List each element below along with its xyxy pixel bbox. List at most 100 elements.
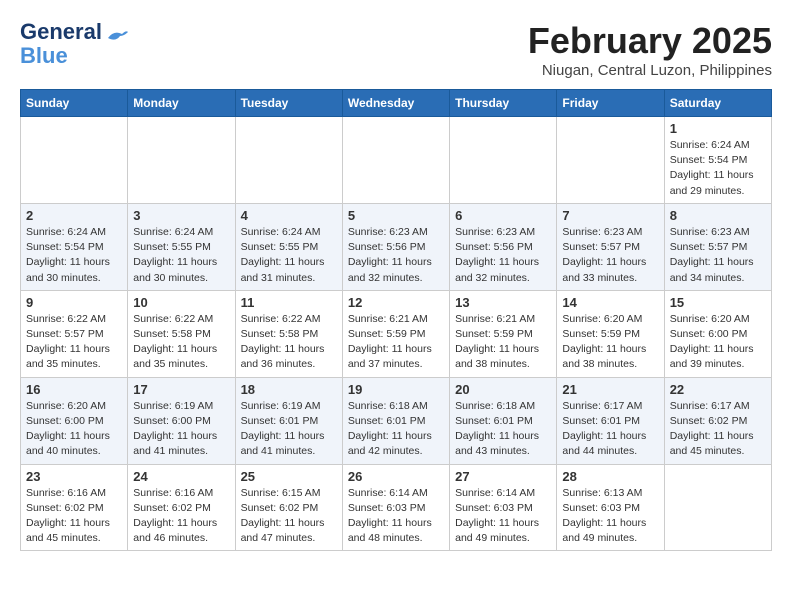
logo-blue: Blue — [20, 44, 102, 68]
logo-bird-icon — [106, 28, 130, 46]
day-number: 19 — [348, 382, 444, 397]
day-number: 23 — [26, 469, 122, 484]
day-info: Sunrise: 6:15 AMSunset: 6:02 PMDaylight:… — [241, 486, 337, 547]
day-number: 10 — [133, 295, 229, 310]
day-info: Sunrise: 6:24 AMSunset: 5:54 PMDaylight:… — [26, 225, 122, 286]
day-info: Sunrise: 6:23 AMSunset: 5:57 PMDaylight:… — [670, 225, 766, 286]
calendar-header-row: SundayMondayTuesdayWednesdayThursdayFrid… — [21, 90, 772, 117]
day-number: 16 — [26, 382, 122, 397]
weekday-header-sunday: Sunday — [21, 90, 128, 117]
calendar-day-24: 24 Sunrise: 6:16 AMSunset: 6:02 PMDayligh… — [128, 464, 235, 551]
day-number: 27 — [455, 469, 551, 484]
day-number: 2 — [26, 208, 122, 223]
day-number: 14 — [562, 295, 658, 310]
day-number: 17 — [133, 382, 229, 397]
day-number: 7 — [562, 208, 658, 223]
day-number: 26 — [348, 469, 444, 484]
day-info: Sunrise: 6:19 AMSunset: 6:01 PMDaylight:… — [241, 399, 337, 460]
calendar-day-14: 14 Sunrise: 6:20 AMSunset: 5:59 PMDayligh… — [557, 290, 664, 377]
day-info: Sunrise: 6:13 AMSunset: 6:03 PMDaylight:… — [562, 486, 658, 547]
day-number: 22 — [670, 382, 766, 397]
day-info: Sunrise: 6:23 AMSunset: 5:56 PMDaylight:… — [455, 225, 551, 286]
calendar-empty-cell — [450, 117, 557, 204]
calendar-day-26: 26 Sunrise: 6:14 AMSunset: 6:03 PMDayligh… — [342, 464, 449, 551]
calendar-day-23: 23 Sunrise: 6:16 AMSunset: 6:02 PMDayligh… — [21, 464, 128, 551]
day-info: Sunrise: 6:20 AMSunset: 6:00 PMDaylight:… — [670, 312, 766, 373]
day-number: 15 — [670, 295, 766, 310]
day-number: 20 — [455, 382, 551, 397]
calendar-day-12: 12 Sunrise: 6:21 AMSunset: 5:59 PMDayligh… — [342, 290, 449, 377]
calendar-day-1: 1Sunrise: 6:24 AMSunset: 5:54 PMDaylight… — [664, 117, 771, 204]
calendar-day-22: 22 Sunrise: 6:17 AMSunset: 6:02 PMDayligh… — [664, 377, 771, 464]
day-info: Sunrise: 6:16 AMSunset: 6:02 PMDaylight:… — [26, 486, 122, 547]
calendar-week-row: 16 Sunrise: 6:20 AMSunset: 6:00 PMDayligh… — [21, 377, 772, 464]
day-info: Sunrise: 6:24 AMSunset: 5:54 PMDaylight:… — [670, 138, 766, 199]
day-number: 25 — [241, 469, 337, 484]
day-info: Sunrise: 6:14 AMSunset: 6:03 PMDaylight:… — [455, 486, 551, 547]
calendar-week-row: 1Sunrise: 6:24 AMSunset: 5:54 PMDaylight… — [21, 117, 772, 204]
calendar-day-6: 6 Sunrise: 6:23 AMSunset: 5:56 PMDaylight… — [450, 203, 557, 290]
calendar-day-7: 7 Sunrise: 6:23 AMSunset: 5:57 PMDaylight… — [557, 203, 664, 290]
weekday-header-thursday: Thursday — [450, 90, 557, 117]
calendar-empty-cell — [235, 117, 342, 204]
weekday-header-friday: Friday — [557, 90, 664, 117]
calendar-day-17: 17Sunrise: 6:19 AMSunset: 6:00 PMDayligh… — [128, 377, 235, 464]
day-number: 24 — [133, 469, 229, 484]
calendar-empty-cell — [342, 117, 449, 204]
calendar-day-15: 15 Sunrise: 6:20 AMSunset: 6:00 PMDayligh… — [664, 290, 771, 377]
day-number: 18 — [241, 382, 337, 397]
day-number: 9 — [26, 295, 122, 310]
day-info: Sunrise: 6:21 AMSunset: 5:59 PMDaylight:… — [348, 312, 444, 373]
day-number: 13 — [455, 295, 551, 310]
calendar-week-row: 2 Sunrise: 6:24 AMSunset: 5:54 PMDaylight… — [21, 203, 772, 290]
day-info: Sunrise: 6:24 AMSunset: 5:55 PMDaylight:… — [241, 225, 337, 286]
calendar-day-10: 10 Sunrise: 6:22 AMSunset: 5:58 PMDayligh… — [128, 290, 235, 377]
calendar-table: SundayMondayTuesdayWednesdayThursdayFrid… — [20, 89, 772, 551]
calendar-day-4: 4 Sunrise: 6:24 AMSunset: 5:55 PMDaylight… — [235, 203, 342, 290]
calendar-day-3: 3 Sunrise: 6:24 AMSunset: 5:55 PMDaylight… — [128, 203, 235, 290]
calendar-empty-cell — [557, 117, 664, 204]
day-info: Sunrise: 6:22 AMSunset: 5:57 PMDaylight:… — [26, 312, 122, 373]
month-year-title: February 2025 — [528, 20, 772, 62]
weekday-header-monday: Monday — [128, 90, 235, 117]
page-header: General Blue February 2025 Niugan, Centr… — [20, 20, 772, 79]
calendar-day-8: 8Sunrise: 6:23 AMSunset: 5:57 PMDaylight… — [664, 203, 771, 290]
day-number: 21 — [562, 382, 658, 397]
day-number: 11 — [241, 295, 337, 310]
calendar-day-11: 11 Sunrise: 6:22 AMSunset: 5:58 PMDayligh… — [235, 290, 342, 377]
day-info: Sunrise: 6:23 AMSunset: 5:56 PMDaylight:… — [348, 225, 444, 286]
calendar-day-13: 13 Sunrise: 6:21 AMSunset: 5:59 PMDayligh… — [450, 290, 557, 377]
day-info: Sunrise: 6:20 AMSunset: 6:00 PMDaylight:… — [26, 399, 122, 460]
day-info: Sunrise: 6:22 AMSunset: 5:58 PMDaylight:… — [133, 312, 229, 373]
calendar-week-row: 23 Sunrise: 6:16 AMSunset: 6:02 PMDayligh… — [21, 464, 772, 551]
calendar-empty-cell — [664, 464, 771, 551]
day-info: Sunrise: 6:18 AMSunset: 6:01 PMDaylight:… — [455, 399, 551, 460]
calendar-day-27: 27 Sunrise: 6:14 AMSunset: 6:03 PMDayligh… — [450, 464, 557, 551]
logo-general: General — [20, 20, 102, 44]
day-info: Sunrise: 6:17 AMSunset: 6:01 PMDaylight:… — [562, 399, 658, 460]
calendar-day-25: 25 Sunrise: 6:15 AMSunset: 6:02 PMDayligh… — [235, 464, 342, 551]
day-number: 3 — [133, 208, 229, 223]
day-info: Sunrise: 6:17 AMSunset: 6:02 PMDaylight:… — [670, 399, 766, 460]
day-info: Sunrise: 6:16 AMSunset: 6:02 PMDaylight:… — [133, 486, 229, 547]
day-number: 6 — [455, 208, 551, 223]
day-info: Sunrise: 6:20 AMSunset: 5:59 PMDaylight:… — [562, 312, 658, 373]
calendar-empty-cell — [21, 117, 128, 204]
calendar-day-19: 19Sunrise: 6:18 AMSunset: 6:01 PMDayligh… — [342, 377, 449, 464]
calendar-day-9: 9 Sunrise: 6:22 AMSunset: 5:57 PMDaylight… — [21, 290, 128, 377]
calendar-day-28: 28Sunrise: 6:13 AMSunset: 6:03 PMDayligh… — [557, 464, 664, 551]
title-section: February 2025 Niugan, Central Luzon, Phi… — [528, 20, 772, 79]
logo: General Blue — [20, 20, 130, 68]
weekday-header-saturday: Saturday — [664, 90, 771, 117]
calendar-day-2: 2 Sunrise: 6:24 AMSunset: 5:54 PMDaylight… — [21, 203, 128, 290]
day-number: 12 — [348, 295, 444, 310]
day-info: Sunrise: 6:23 AMSunset: 5:57 PMDaylight:… — [562, 225, 658, 286]
day-info: Sunrise: 6:21 AMSunset: 5:59 PMDaylight:… — [455, 312, 551, 373]
day-info: Sunrise: 6:14 AMSunset: 6:03 PMDaylight:… — [348, 486, 444, 547]
calendar-empty-cell — [128, 117, 235, 204]
calendar-week-row: 9 Sunrise: 6:22 AMSunset: 5:57 PMDaylight… — [21, 290, 772, 377]
day-number: 4 — [241, 208, 337, 223]
calendar-day-21: 21 Sunrise: 6:17 AMSunset: 6:01 PMDayligh… — [557, 377, 664, 464]
day-info: Sunrise: 6:22 AMSunset: 5:58 PMDaylight:… — [241, 312, 337, 373]
day-info: Sunrise: 6:24 AMSunset: 5:55 PMDaylight:… — [133, 225, 229, 286]
